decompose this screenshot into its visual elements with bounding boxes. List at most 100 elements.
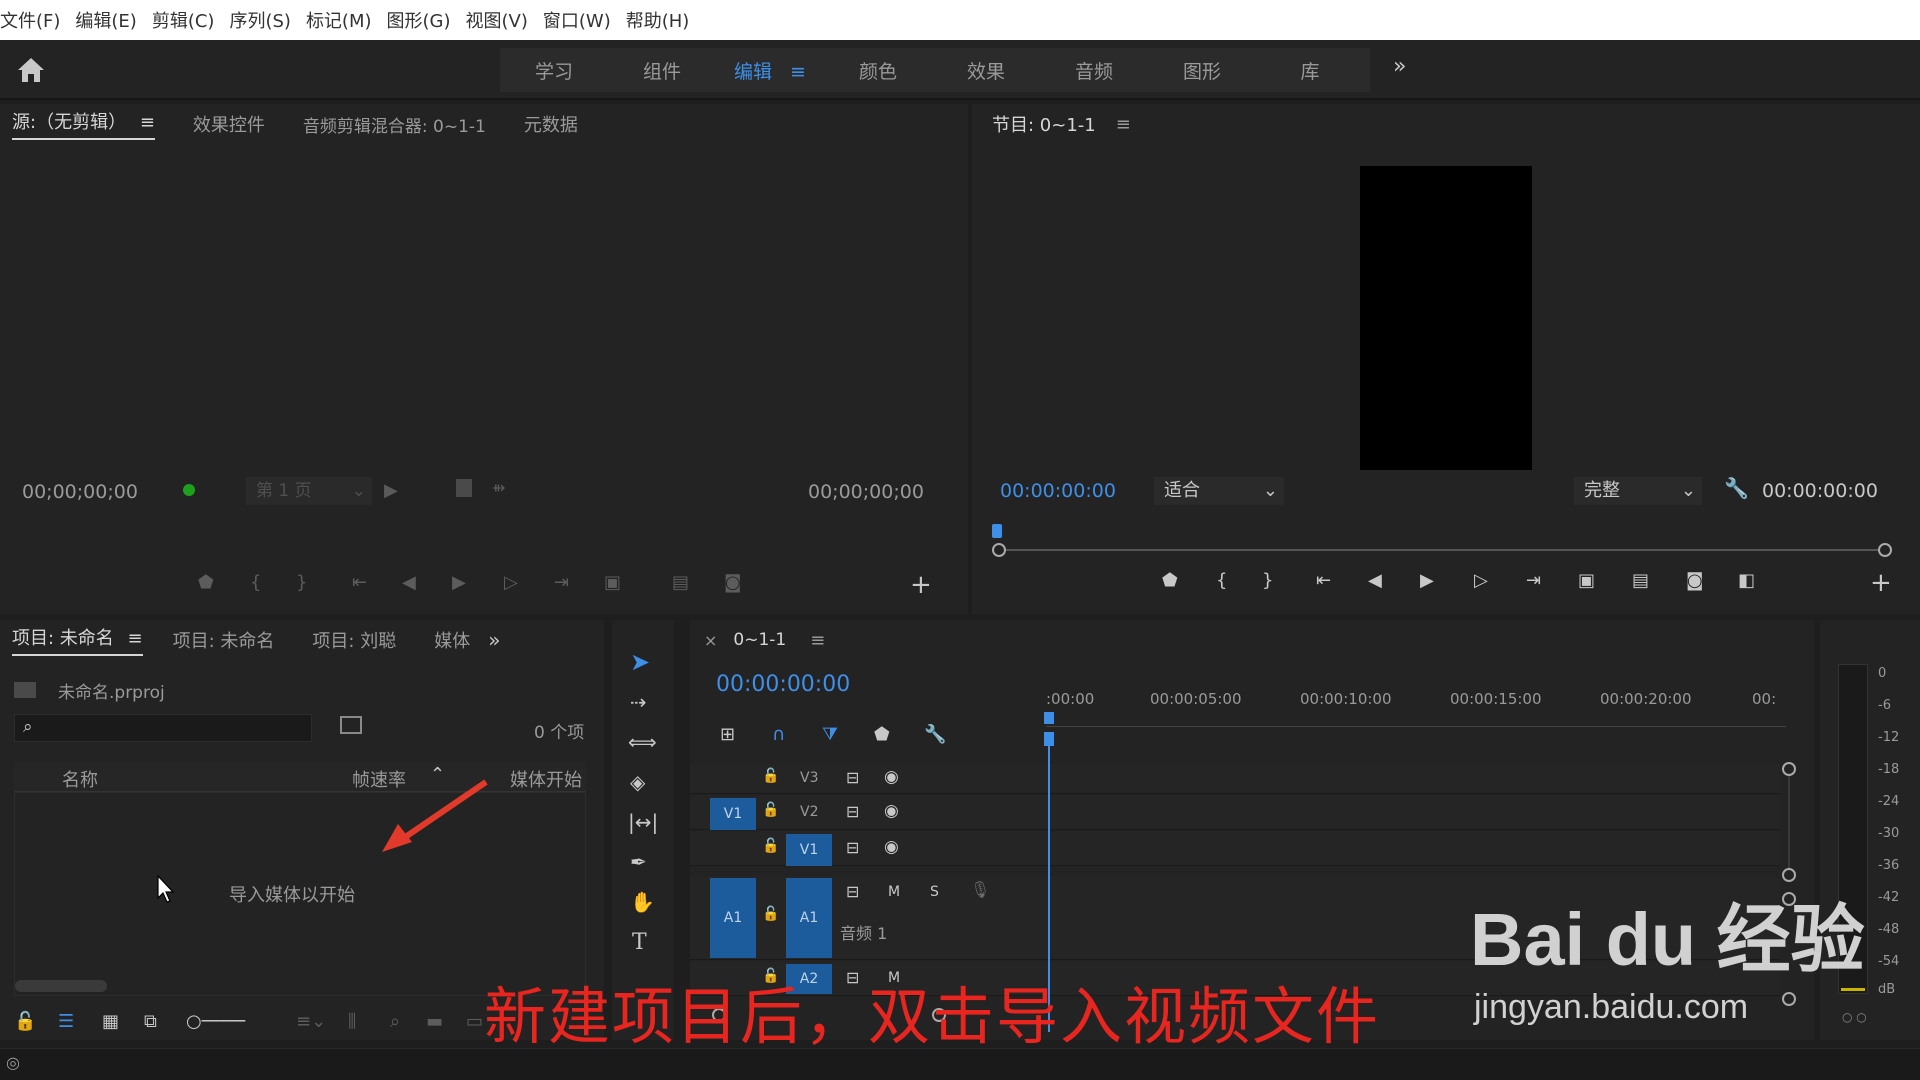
more-workspaces-icon[interactable]: » <box>1393 54 1406 79</box>
go-to-out-icon[interactable]: ⇥ <box>554 572 604 593</box>
icon-view-icon[interactable]: ▦ <box>102 1011 144 1032</box>
tab-media-browser[interactable]: 媒体 <box>434 627 470 653</box>
add-button-icon[interactable]: + <box>1870 568 1892 598</box>
workspace-tab-color[interactable]: 颜色 <box>824 57 932 84</box>
selection-tool-icon[interactable]: ➤ <box>630 648 650 676</box>
tab-project-unnamed[interactable]: 项目: 未命名 ≡ <box>12 624 143 656</box>
toggle-sync-icon[interactable]: ⊟ <box>846 882 859 901</box>
camera-icon[interactable]: ◙ <box>1686 570 1738 591</box>
menu-help[interactable]: 帮助(H) <box>626 7 690 33</box>
settings-arrows-icon[interactable]: ⇻ <box>492 478 505 497</box>
playhead-marker[interactable] <box>992 524 1002 538</box>
menu-markers[interactable]: 标记(M) <box>306 7 372 33</box>
more-panels-icon[interactable]: » <box>488 628 500 652</box>
menu-sequence[interactable]: 序列(S) <box>229 7 290 33</box>
panel-menu-icon[interactable]: ≡ <box>128 628 143 649</box>
mute-button[interactable]: M <box>888 884 900 900</box>
track-row-v2[interactable]: V1 🔓 V2 ⊟ ◉ <box>690 796 1780 830</box>
hand-tool-icon[interactable]: ✋ <box>630 890 655 914</box>
type-tool-icon[interactable]: T <box>632 930 647 955</box>
eye-icon[interactable]: ◉ <box>884 837 899 857</box>
workspace-tab-effects[interactable]: 效果 <box>932 57 1040 84</box>
column-media-start[interactable]: 媒体开始 <box>510 766 582 792</box>
lock-icon[interactable]: 🔓 <box>762 768 779 784</box>
toggle-sync-icon[interactable]: ⊟ <box>846 838 859 857</box>
workspace-tab-assembly[interactable]: 组件 <box>608 57 716 84</box>
marker-icon[interactable]: ⬟ <box>1162 570 1216 591</box>
tab-audio-clip-mixer[interactable]: 音频剪辑混合器: 0~1-1 <box>303 112 486 137</box>
step-forward-icon[interactable]: ▷ <box>1474 570 1526 591</box>
mark-out-icon[interactable]: } <box>296 572 352 593</box>
mark-in-icon[interactable]: { <box>1216 570 1262 591</box>
tab-metadata[interactable]: 元数据 <box>524 111 578 137</box>
zoom-handle-left[interactable] <box>992 543 1006 557</box>
menu-edit[interactable]: 编辑(E) <box>75 7 136 33</box>
solo-button[interactable]: S <box>930 884 939 900</box>
playhead-marker[interactable] <box>1044 712 1054 724</box>
panel-menu-icon[interactable]: ≡ <box>810 630 825 651</box>
pen-tool-icon[interactable]: ✒ <box>630 850 647 874</box>
tab-program[interactable]: 节目: 0~1-1 <box>992 111 1096 137</box>
camera-icon[interactable]: ◙ <box>724 572 774 593</box>
column-name[interactable]: 名称 <box>62 766 98 792</box>
playhead-handle[interactable] <box>1044 732 1054 746</box>
workspace-tab-editing[interactable]: 编辑 ≡ <box>716 57 824 84</box>
mark-out-icon[interactable]: } <box>1262 570 1316 591</box>
go-to-in-icon[interactable]: ⇤ <box>352 572 402 593</box>
menu-graphics[interactable]: 图形(G) <box>387 7 451 33</box>
track-target-v1[interactable]: V1 <box>786 834 832 866</box>
workspace-tab-audio[interactable]: 音频 <box>1040 57 1148 84</box>
sort-icon[interactable]: ≡⌄ <box>296 1011 348 1032</box>
wrench-icon[interactable]: 🔧 <box>924 724 964 745</box>
tab-project-unnamed-2[interactable]: 项目: 未命名 <box>173 627 275 653</box>
menu-file[interactable]: 文件(F) <box>0 7 60 33</box>
panel-menu-icon[interactable]: ≡ <box>1116 114 1131 135</box>
source-timecode-in[interactable]: 00;00;00;00 <box>22 481 138 503</box>
wrench-icon[interactable]: 🔧 <box>1724 476 1749 500</box>
step-back-icon[interactable]: ◀ <box>402 572 452 593</box>
eye-icon[interactable]: ◉ <box>884 801 899 821</box>
video-scroll-top-handle[interactable] <box>1782 762 1796 776</box>
new-bin-search-icon[interactable] <box>340 716 362 734</box>
source-patch-a1[interactable]: A1 <box>710 878 756 958</box>
workspace-menu-icon[interactable]: ≡ <box>790 61 806 83</box>
add-button-icon[interactable]: + <box>910 570 932 600</box>
zoom-slider[interactable]: ○──── <box>186 1011 296 1032</box>
fit-select[interactable]: 适合 ⌄ <box>1154 477 1284 505</box>
go-to-out-icon[interactable]: ⇥ <box>1526 570 1578 591</box>
workspace-tab-learn[interactable]: 学习 <box>500 57 608 84</box>
track-target-a1[interactable]: A1 <box>786 878 832 958</box>
source-patch-v1[interactable]: V1 <box>710 798 756 830</box>
program-timecode[interactable]: 00:00:00:00 <box>1000 480 1116 502</box>
linked-selection-icon[interactable]: ⧩ <box>822 724 874 745</box>
page-select[interactable]: 第 1 页 ⌄ <box>246 477 372 505</box>
extract-icon[interactable]: ▤ <box>1632 570 1686 591</box>
ripple-edit-tool-icon[interactable]: ⟺ <box>628 730 657 754</box>
go-to-in-icon[interactable]: ⇤ <box>1316 570 1368 591</box>
compare-view-icon[interactable]: ◧ <box>1738 570 1788 591</box>
step-forward-icon[interactable]: ▷ <box>504 572 554 593</box>
solo-meter-buttons[interactable]: ○ ○ <box>1842 1010 1867 1024</box>
quality-select[interactable]: 完整 ⌄ <box>1574 477 1702 505</box>
workspace-tab-graphics[interactable]: 图形 <box>1148 57 1256 84</box>
track-row-v3[interactable]: 🔓 V3 ⊟ ◉ <box>690 764 1780 794</box>
menu-clip[interactable]: 剪辑(C) <box>152 7 215 33</box>
tab-source[interactable]: 源:（无剪辑） ≡ <box>12 108 155 140</box>
search-input[interactable]: ⌕ <box>14 714 312 742</box>
snap-magnet-icon[interactable]: ∩ <box>772 724 822 745</box>
insert-icon[interactable]: ▣ <box>604 572 672 593</box>
time-ruler[interactable]: :00:00 00:00:05:00 00:00:10:00 00:00:15:… <box>1046 690 1786 740</box>
play-icon[interactable]: ▶ <box>1420 570 1474 591</box>
automate-sequence-icon[interactable]: ⫼ <box>348 1011 390 1032</box>
new-bin-icon[interactable]: ▬ <box>426 1011 466 1032</box>
tab-project-liucong[interactable]: 项目: 刘聪 <box>312 627 396 653</box>
track-row-v1[interactable]: 🔓 V1 ⊟ ◉ <box>690 832 1780 866</box>
timeline-timecode[interactable]: 00:00:00:00 <box>716 672 850 697</box>
export-frame-icon[interactable] <box>456 479 472 497</box>
track-select-tool-icon[interactable]: ⇢ <box>630 690 647 714</box>
eye-icon[interactable]: ◉ <box>884 767 899 787</box>
slip-tool-icon[interactable]: |↔| <box>628 810 658 834</box>
play-icon[interactable]: ▶ <box>452 572 504 593</box>
marker-icon[interactable]: ⬟ <box>198 572 250 593</box>
razor-tool-icon[interactable]: ◈ <box>630 770 645 794</box>
